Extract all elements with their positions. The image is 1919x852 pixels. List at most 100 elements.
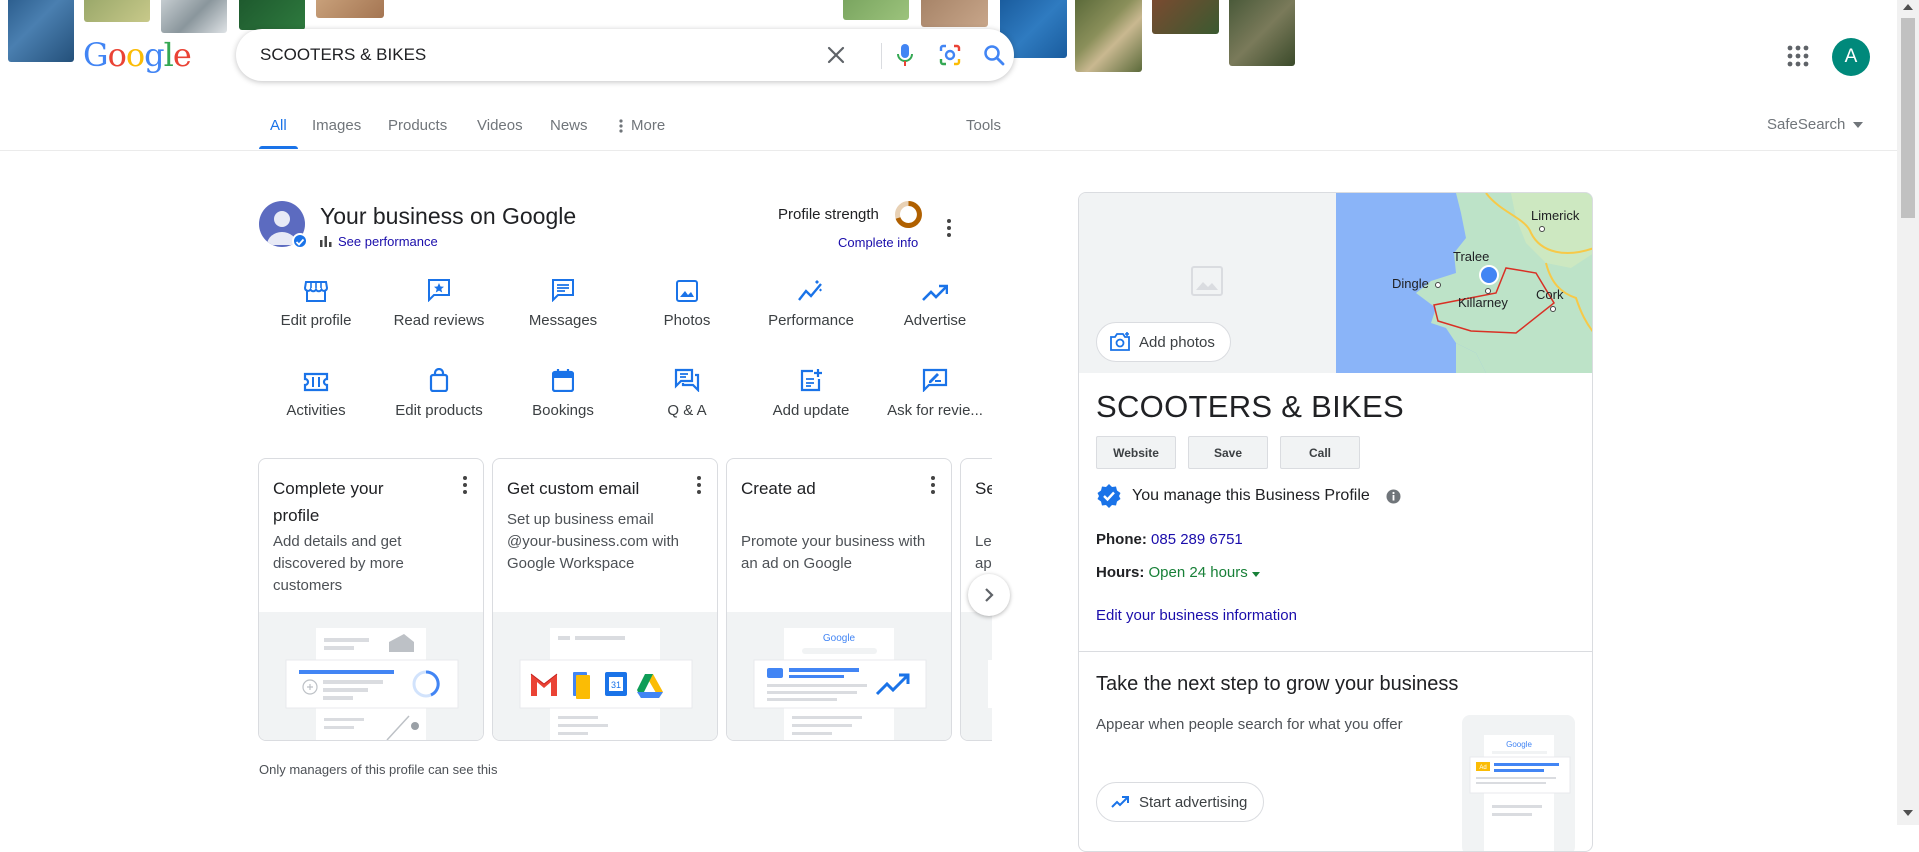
logo-letter: o: [125, 36, 145, 74]
action-activities[interactable]: Activities: [254, 364, 378, 419]
add-photos-button[interactable]: Add photos: [1096, 322, 1231, 362]
bar-chart-icon: [320, 236, 332, 247]
info-icon[interactable]: [1386, 489, 1401, 504]
profile-strength-ring-icon: [894, 200, 923, 234]
card-title: Get custom email: [507, 479, 640, 498]
start-advertising-button[interactable]: Start advertising: [1096, 782, 1265, 822]
phone-link[interactable]: 085 289 6751: [1151, 531, 1243, 548]
logo-letter: e: [172, 36, 192, 74]
page-scrollbar[interactable]: [1897, 0, 1919, 825]
card-description: Promote your business with an ad on Goog…: [741, 533, 926, 572]
website-button[interactable]: Website: [1096, 436, 1176, 469]
action-label: Q & A: [667, 402, 707, 419]
tab-images[interactable]: Images: [312, 117, 361, 134]
apps-grid-icon[interactable]: [1787, 45, 1813, 71]
business-name: SCOOTERS & BIKES: [1096, 389, 1404, 424]
clear-icon[interactable]: [823, 42, 849, 68]
action-photos[interactable]: Photos: [625, 274, 749, 329]
action-add-update[interactable]: Add update: [749, 364, 873, 419]
action-edit-profile[interactable]: Edit profile: [254, 274, 378, 329]
card-description: Add details and get discovered by more c…: [273, 533, 404, 594]
doodle-tile: [8, 0, 74, 62]
forum-icon: [674, 368, 700, 392]
call-button[interactable]: Call: [1280, 436, 1360, 469]
card-illustration: Google: [727, 612, 951, 740]
logo-letter: g: [144, 36, 165, 74]
doodle-tile: [1229, 0, 1295, 66]
action-label: Bookings: [532, 402, 594, 419]
action-read-reviews[interactable]: Read reviews: [377, 274, 501, 329]
add-photo-icon: [1110, 332, 1130, 351]
map-thumbnail[interactable]: Limerick Tralee Dingle Killarney Cork: [1336, 193, 1592, 373]
card-complete-profile[interactable]: Complete your profile Add details and ge…: [258, 458, 484, 741]
safesearch-dropdown[interactable]: SafeSearch: [1767, 116, 1864, 133]
safesearch-label: SafeSearch: [1767, 116, 1846, 133]
tab-videos[interactable]: Videos: [477, 117, 523, 134]
hours-label: Hours:: [1096, 564, 1145, 581]
card-menu-icon[interactable]: [923, 473, 943, 497]
doodle-tile: [316, 0, 384, 18]
card-description: Set up business email @your-business.com…: [507, 511, 679, 572]
phone-label: Phone:: [1096, 531, 1147, 548]
phone-row: Phone: 085 289 6751: [1096, 531, 1243, 548]
card-title: Complete your profile: [273, 479, 384, 525]
card-menu-icon[interactable]: [689, 473, 709, 497]
panel-divider: [1079, 651, 1592, 652]
complete-info-link[interactable]: Complete info: [838, 235, 918, 250]
action-edit-products[interactable]: Edit products: [377, 364, 501, 419]
hours-dropdown[interactable]: Open 24 hours: [1149, 564, 1260, 581]
map-label: Tralee: [1453, 249, 1489, 264]
cards-next-button[interactable]: [968, 574, 1010, 616]
header-divider: [0, 150, 1897, 151]
account-avatar[interactable]: A: [1832, 38, 1870, 76]
action-label: Messages: [528, 312, 598, 329]
scrollbar-thumb[interactable]: [1901, 18, 1915, 218]
tab-more[interactable]: More: [619, 117, 665, 134]
microphone-icon[interactable]: [892, 42, 918, 68]
card-illustration: 31: [493, 612, 717, 740]
action-qa[interactable]: Q & A: [625, 364, 749, 419]
search-icon[interactable]: [981, 42, 1007, 68]
tools-button[interactable]: Tools: [966, 117, 1001, 134]
tab-products[interactable]: Products: [388, 117, 447, 134]
scroll-up-icon[interactable]: [1903, 4, 1913, 10]
calendar-icon: [552, 369, 574, 392]
more-vert-icon: [619, 118, 623, 133]
scroll-down-icon[interactable]: [1903, 810, 1913, 816]
edit-business-info-link[interactable]: Edit your business information: [1096, 607, 1297, 624]
see-performance-link[interactable]: See performance: [320, 234, 438, 249]
ticket-icon: [303, 372, 329, 392]
dropdown-arrow-icon: [1853, 121, 1864, 128]
card-title: Se: [975, 479, 992, 498]
google-logo[interactable]: Google: [83, 36, 192, 74]
lens-camera-icon[interactable]: [937, 42, 963, 68]
tab-news[interactable]: News: [550, 117, 588, 134]
action-bookings[interactable]: Bookings: [501, 364, 625, 419]
search-tabs: All Images Products Videos News More Too…: [0, 114, 1897, 150]
add-photos-label: Add photos: [1139, 333, 1215, 351]
action-ask-for-reviews[interactable]: Ask for revie...: [873, 364, 997, 419]
doodle-tile: [843, 0, 909, 20]
action-performance[interactable]: Performance: [749, 274, 873, 329]
business-menu-icon[interactable]: [939, 216, 959, 240]
map-label: Dingle: [1392, 276, 1429, 291]
tab-all[interactable]: All: [270, 117, 287, 134]
search-input[interactable]: SCOOTERS & BIKES: [260, 45, 426, 65]
card-menu-icon[interactable]: [455, 473, 475, 497]
start-advertising-label: Start advertising: [1139, 793, 1248, 811]
doodle-tile: [84, 0, 150, 22]
action-label: Add update: [772, 402, 850, 419]
logo-letter: G: [83, 36, 109, 74]
save-button[interactable]: Save: [1188, 436, 1268, 469]
hours-row: Hours: Open 24 hours: [1096, 564, 1260, 581]
map-label: Limerick: [1531, 208, 1580, 223]
card-title: Create ad: [741, 479, 816, 498]
search-box[interactable]: SCOOTERS & BIKES: [236, 29, 1014, 81]
card-custom-email[interactable]: Get custom email Set up business email @…: [492, 458, 718, 741]
doodle-tile: [239, 0, 305, 30]
photo-icon: [676, 280, 698, 302]
card-create-ad[interactable]: Create ad Promote your business with an …: [726, 458, 952, 741]
cards-viewport: Complete your profile Add details and ge…: [258, 458, 992, 741]
action-advertise[interactable]: Advertise: [873, 274, 997, 329]
action-messages[interactable]: Messages: [501, 274, 625, 329]
